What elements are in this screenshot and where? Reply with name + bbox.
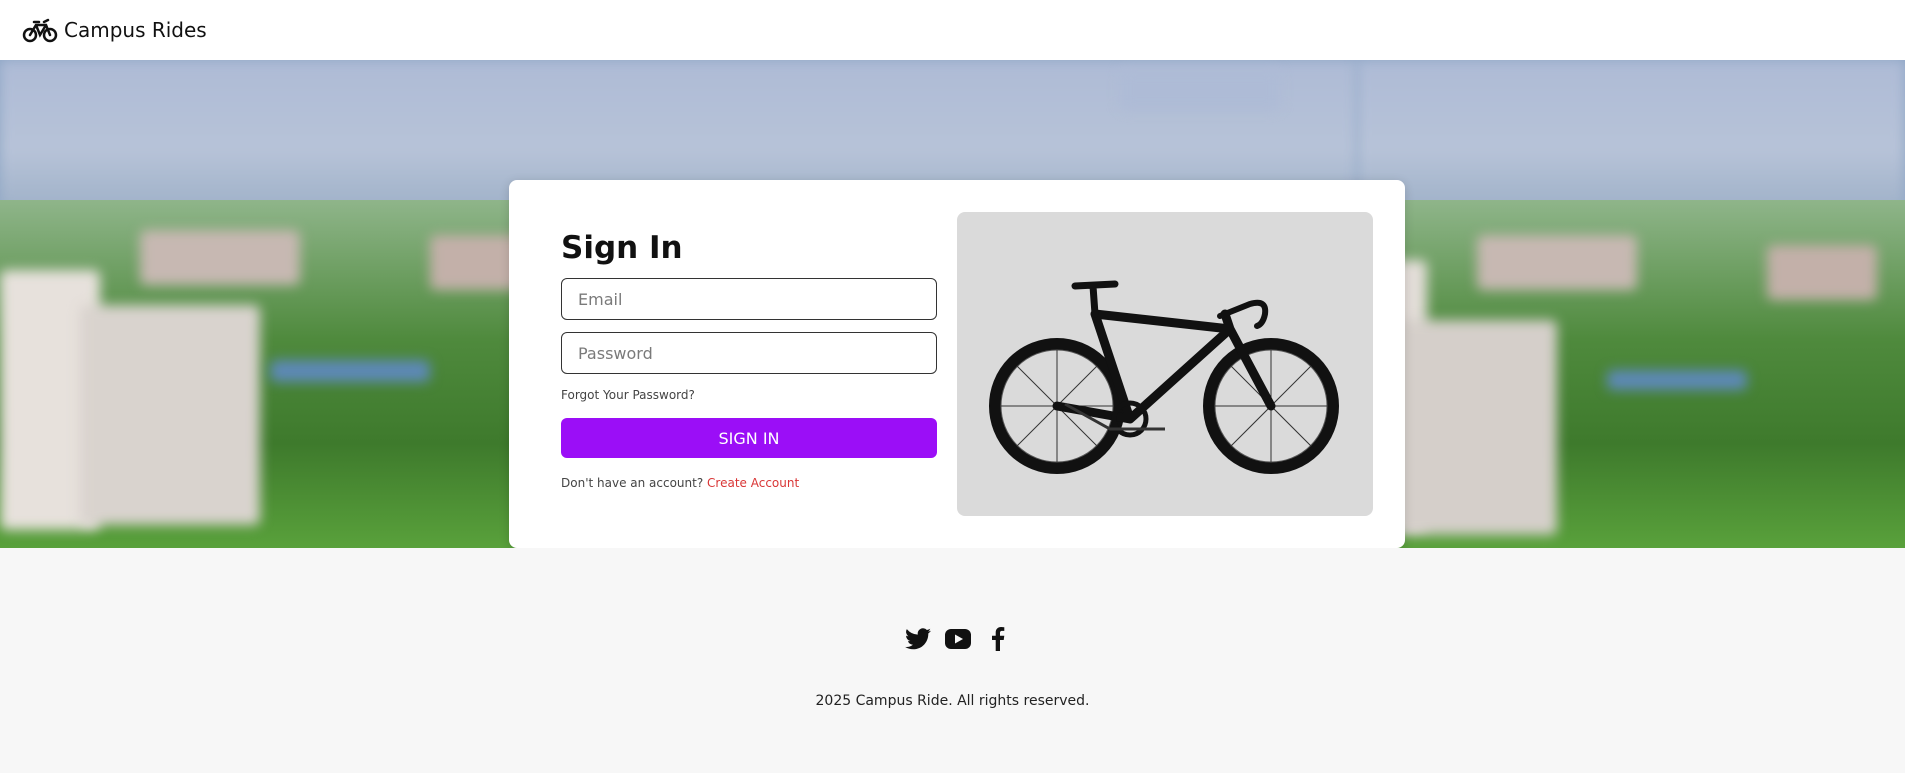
- email-input[interactable]: [561, 278, 937, 320]
- password-input[interactable]: [561, 332, 937, 374]
- create-account-prompt: Don't have an account? Create Account: [561, 476, 937, 490]
- no-account-text: Don't have an account?: [561, 476, 704, 490]
- copyright-text: 2025 Campus Ride. All rights reserved.: [815, 693, 1090, 709]
- brand-link[interactable]: Campus Rides: [22, 16, 207, 44]
- footer: 2025 Campus Ride. All rights reserved.: [0, 548, 1905, 773]
- campus-background-image-repeat: [1357, 60, 1905, 548]
- facebook-icon[interactable]: [984, 625, 1012, 653]
- brand-name: Campus Rides: [64, 18, 207, 42]
- youtube-icon[interactable]: [944, 625, 972, 653]
- bike-image-panel: [957, 212, 1373, 516]
- signin-button[interactable]: SIGN IN: [561, 418, 937, 458]
- bike-image: [989, 280, 1339, 474]
- create-account-link[interactable]: Create Account: [707, 476, 799, 490]
- forgot-password-link[interactable]: Forgot Your Password?: [561, 388, 937, 402]
- signin-card: Sign In Forgot Your Password? SIGN IN Do…: [509, 180, 1405, 548]
- twitter-icon[interactable]: [904, 625, 932, 653]
- bicycle-icon: [22, 16, 58, 44]
- signin-title: Sign In: [561, 230, 683, 266]
- signin-form: Sign In Forgot Your Password? SIGN IN Do…: [561, 230, 937, 490]
- social-links: [904, 625, 1012, 653]
- top-navbar: Campus Rides: [0, 0, 1905, 60]
- hero-section: Sign In Forgot Your Password? SIGN IN Do…: [0, 60, 1905, 548]
